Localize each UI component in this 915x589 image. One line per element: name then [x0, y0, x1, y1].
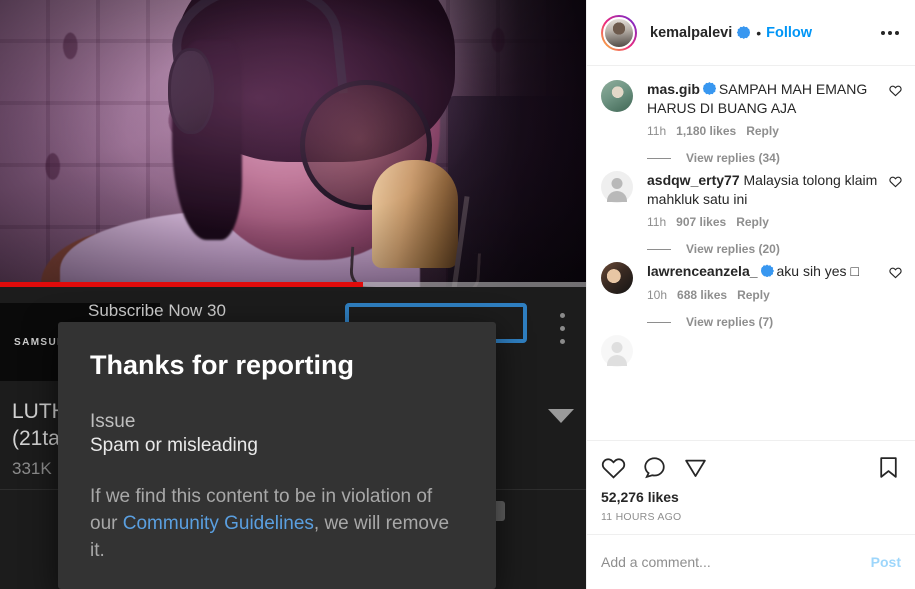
share-paper-plane-icon[interactable] [683, 455, 708, 480]
dialog-issue-label: Issue [90, 411, 136, 433]
avatar-image [603, 16, 635, 49]
replies-line-divider [647, 321, 671, 323]
likes-count[interactable]: 52,276 likes [601, 489, 901, 505]
comment-time: 11h [647, 215, 667, 230]
view-replies-button[interactable]: View replies (7) [686, 315, 773, 329]
comment-text-line: mas.gib SAMPAH MAH EMANG HARUS DI BUANG A… [647, 80, 883, 117]
comment-text: aku sih yes □ [776, 263, 859, 280]
avatar[interactable] [601, 171, 633, 204]
comment-username[interactable]: mas.gib [647, 81, 700, 97]
separator-dot: • [756, 24, 762, 41]
post-username[interactable]: kemalpalevi [650, 25, 732, 41]
follow-button[interactable]: Follow [766, 25, 812, 41]
verified-badge-icon [737, 26, 751, 39]
avatar[interactable] [601, 262, 633, 295]
list-item: mas.gib SAMPAH MAH EMANG HARUS DI BUANG A… [601, 80, 903, 165]
comment-body: lawrenceanzela_ aku sih yes □ 10h 688 lik… [647, 262, 889, 329]
comment-meta: 11h 1,180 likes Reply [647, 124, 883, 138]
instagram-sidebar: kemalpalevi • Follow mas.gib SAMPAH MAH E… [586, 0, 915, 589]
more-vertical-icon[interactable] [560, 313, 565, 344]
video-overlay-title: Subscribe Now 30 [88, 301, 226, 320]
scene-vignette [0, 0, 586, 287]
avatar[interactable] [601, 335, 633, 368]
comment-replies-row[interactable]: View replies (34) [647, 151, 883, 165]
comments-list[interactable]: mas.gib SAMPAH MAH EMANG HARUS DI BUANG A… [587, 66, 915, 440]
report-confirmation-dialog: Thanks for reporting Issue Spam or misle… [58, 322, 496, 589]
like-comment-heart-icon[interactable] [889, 175, 903, 256]
comment-likes[interactable]: 1,180 likes [676, 124, 736, 138]
like-comment-heart-icon[interactable] [889, 84, 903, 165]
dialog-issue-value: Spam or misleading [90, 435, 258, 457]
comment-text-line: lawrenceanzela_ aku sih yes □ [647, 262, 883, 281]
verified-badge-icon [702, 82, 716, 95]
list-fade-overlay [587, 422, 915, 440]
community-guidelines-link[interactable]: Community Guidelines [123, 513, 314, 534]
comment-time: 10h [647, 288, 668, 303]
comment-bubble-icon[interactable] [642, 455, 667, 480]
replies-line-divider [647, 248, 671, 250]
list-item-partial [601, 335, 903, 368]
comment-reply-button[interactable]: Reply [737, 288, 770, 302]
comment-likes[interactable]: 688 likes [677, 288, 727, 302]
add-comment-bar: Post [587, 534, 915, 589]
view-replies-button[interactable]: View replies (34) [686, 151, 780, 165]
view-replies-button[interactable]: View replies (20) [686, 242, 780, 256]
comment-body: asdqw_erty77 Malaysia tolong klaim mahkl… [647, 171, 889, 256]
comment-meta: 10h 688 likes Reply [647, 288, 883, 302]
comment-likes[interactable]: 907 likes [676, 215, 726, 229]
add-comment-input[interactable] [601, 554, 871, 570]
comment-time: 11h [647, 124, 667, 139]
dialog-body-text: If we find this content to be in violati… [90, 484, 464, 565]
action-icon-row [601, 449, 901, 482]
post-actions: 52,276 likes 11 HOURS AGO [587, 440, 915, 534]
comment-username[interactable]: asdqw_erty77 [647, 172, 740, 188]
comment-username[interactable]: lawrenceanzela_ [647, 263, 758, 279]
replies-line-divider [647, 157, 671, 159]
comment-reply-button[interactable]: Reply [746, 124, 779, 138]
more-horizontal-icon[interactable] [877, 23, 903, 43]
comment-replies-row[interactable]: View replies (20) [647, 242, 883, 256]
verified-badge-icon [760, 264, 774, 278]
post-header: kemalpalevi • Follow [587, 0, 915, 66]
dialog-title: Thanks for reporting [90, 350, 355, 380]
video-view-count: 331K [12, 459, 52, 478]
list-item: asdqw_erty77 Malaysia tolong klaim mahkl… [601, 171, 903, 256]
bookmark-icon[interactable] [876, 455, 901, 480]
post-comment-button[interactable]: Post [871, 554, 901, 570]
reported-post-media-pane: SAMSUNG Subscribe Now 30 LUTH (21ta 331K [0, 0, 586, 589]
comment-reply-button[interactable]: Reply [736, 215, 769, 229]
avatar[interactable] [601, 14, 637, 51]
video-title-line-2: (21ta [12, 427, 60, 450]
comment-text-line: asdqw_erty77 Malaysia tolong klaim mahkl… [647, 171, 883, 208]
chevron-down-icon[interactable] [548, 409, 574, 423]
comment-replies-row[interactable]: View replies (7) [647, 315, 883, 329]
heart-icon[interactable] [601, 455, 626, 480]
like-comment-heart-icon[interactable] [889, 266, 903, 329]
avatar[interactable] [601, 80, 633, 112]
post-author-block: kemalpalevi • Follow [650, 25, 877, 41]
app-screen: SAMSUNG Subscribe Now 30 LUTH (21ta 331K [0, 0, 915, 589]
comment-meta: 11h 907 likes Reply [647, 215, 883, 229]
post-timestamp: 11 HOURS AGO [601, 511, 682, 523]
list-item: lawrenceanzela_ aku sih yes □ 10h 688 lik… [601, 262, 903, 329]
comment-body: mas.gib SAMPAH MAH EMANG HARUS DI BUANG A… [647, 80, 889, 165]
video-player[interactable] [0, 0, 586, 287]
